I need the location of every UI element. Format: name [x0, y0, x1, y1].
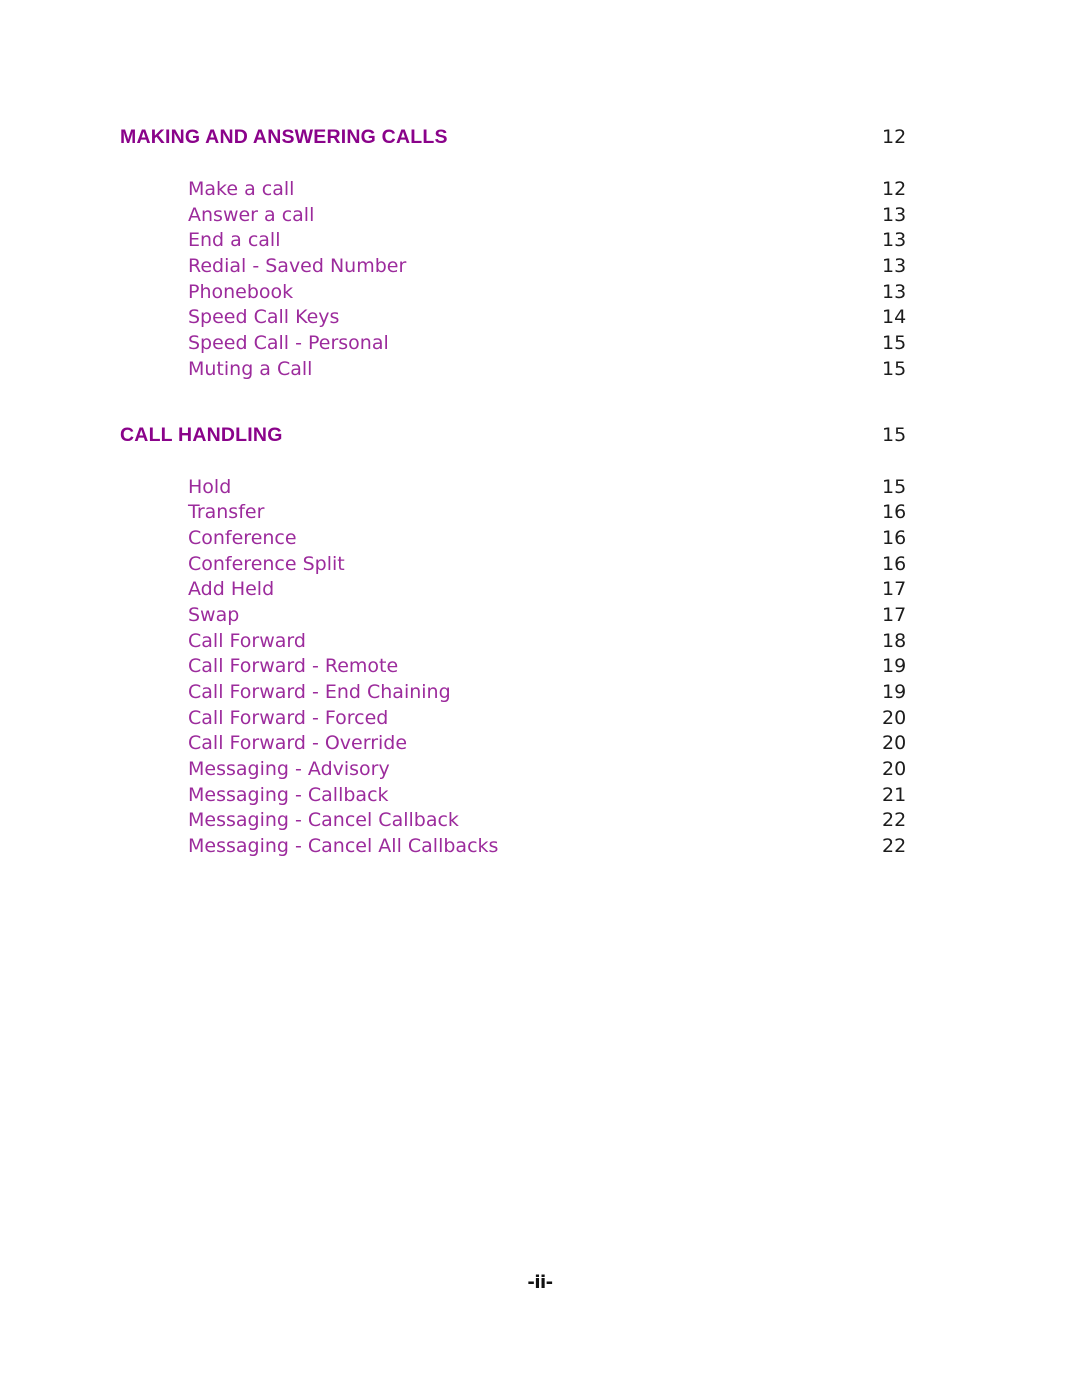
toc-entry-label: Speed Call Keys — [188, 306, 340, 329]
toc-entry-page-number: 20 — [882, 732, 907, 755]
toc-entry-row: Hold 15 — [188, 476, 960, 502]
toc-entry-label: Messaging - Cancel All Callbacks — [188, 835, 499, 858]
toc-entry-row: Add Held 17 — [188, 578, 960, 604]
toc-entry-page-number: 13 — [882, 203, 907, 226]
toc-entry-label: Call Forward — [188, 629, 306, 652]
toc-entry-label: Hold — [188, 475, 232, 498]
toc-entry-label: Swap — [188, 603, 240, 626]
toc-entry-label: Transfer — [188, 501, 265, 524]
toc-entry-label: Add Held — [188, 578, 275, 601]
toc-entry-label: Speed Call - Personal — [188, 332, 389, 355]
toc-entry-page-number: 17 — [882, 603, 907, 626]
toc-entry-row: Messaging - Cancel All Callbacks 22 — [188, 835, 960, 861]
toc-entry-label: Answer a call — [188, 203, 315, 226]
toc-entry-page-number: 12 — [882, 178, 907, 200]
toc-entry-label: Call Forward - Override — [188, 732, 408, 755]
toc-entry-page-number: 19 — [882, 681, 907, 703]
toc-entry-page-number: 22 — [882, 835, 907, 858]
toc-entry-row: Speed Call - Personal 15 — [188, 332, 960, 358]
toc-entry-row: Speed Call Keys 14 — [188, 306, 960, 332]
toc-entry-label: Call Forward - End Chaining — [188, 681, 451, 703]
toc-entry-row: Call Forward 18 — [188, 630, 960, 656]
toc-entry-label: Call Forward - Forced — [188, 706, 389, 729]
toc-entry-list: Make a call 12 Answer a call 13 End a ca… — [188, 178, 960, 384]
toc-entry-label: Make a call — [188, 178, 295, 200]
toc-entry-page-number: 15 — [882, 332, 907, 355]
toc-entry-page-number: 21 — [882, 783, 907, 806]
toc-entry-row: Answer a call 13 — [188, 204, 960, 230]
toc-entry-row: Conference 16 — [188, 527, 960, 553]
toc-entry-row: Swap 17 — [188, 604, 960, 630]
toc-entry-page-number: 16 — [882, 526, 907, 549]
toc-entry-label: Redial - Saved Number — [188, 255, 407, 278]
toc-entry-label: Phonebook — [188, 280, 294, 303]
toc-section-page-number: 15 — [882, 423, 907, 446]
toc-entry-row: Messaging - Advisory 20 — [188, 758, 960, 784]
toc-entry-row: End a call 13 — [188, 229, 960, 255]
toc-entry-page-number: 20 — [882, 706, 907, 729]
toc-entry-row: Make a call 12 — [188, 178, 960, 204]
toc-entry-page-number: 19 — [882, 655, 907, 678]
toc-entry-label: Messaging - Advisory — [188, 758, 390, 781]
toc-entry-page-number: 16 — [882, 552, 907, 575]
document-page: MAKING AND ANSWERING CALLS 12 Make a cal… — [0, 0, 1080, 1397]
toc-entry-row: Phonebook 13 — [188, 281, 960, 307]
toc-entry-row: Messaging - Cancel Callback 22 — [188, 809, 960, 835]
toc-entry-row: Call Forward - Forced 20 — [188, 707, 960, 733]
toc-section-heading-row: CALL HANDLING 15 — [120, 424, 960, 454]
toc-entry-page-number: 13 — [882, 255, 907, 278]
toc-entry-row: Transfer 16 — [188, 501, 960, 527]
toc-entry-page-number: 14 — [882, 306, 907, 329]
toc-entry-label: Messaging - Cancel Callback — [188, 809, 459, 832]
toc-entry-list: Hold 15 Transfer 16 Conference 16 Confer… — [188, 476, 960, 861]
table-of-contents: MAKING AND ANSWERING CALLS 12 Make a cal… — [120, 126, 960, 861]
toc-entry-row: Messaging - Callback 21 — [188, 784, 960, 810]
toc-section-title: CALL HANDLING — [120, 423, 283, 446]
toc-entry-page-number: 16 — [882, 501, 907, 524]
toc-entry-page-number: 17 — [882, 578, 907, 601]
toc-entry-label: Conference — [188, 526, 297, 549]
toc-entry-row: Conference Split 16 — [188, 553, 960, 579]
toc-entry-row: Call Forward - Override 20 — [188, 732, 960, 758]
toc-entry-label: Messaging - Callback — [188, 783, 389, 806]
toc-section-title: MAKING AND ANSWERING CALLS — [120, 126, 448, 148]
toc-entry-row: Call Forward - End Chaining 19 — [188, 681, 960, 707]
toc-entry-page-number: 15 — [882, 475, 907, 498]
toc-section-page-number: 12 — [882, 126, 907, 148]
toc-entry-label: End a call — [188, 229, 281, 252]
toc-entry-page-number: 22 — [882, 809, 907, 832]
toc-entry-label: Call Forward - Remote — [188, 655, 399, 678]
toc-entry-page-number: 18 — [882, 629, 907, 652]
toc-section-heading-row: MAKING AND ANSWERING CALLS 12 — [120, 126, 960, 156]
page-number-marker: -ii- — [527, 1272, 553, 1293]
toc-entry-label: Conference Split — [188, 552, 345, 575]
toc-entry-row: Redial - Saved Number 13 — [188, 255, 960, 281]
toc-entry-page-number: 15 — [882, 357, 907, 380]
toc-entry-page-number: 13 — [882, 229, 907, 252]
toc-entry-row: Muting a Call 15 — [188, 358, 960, 384]
toc-entry-label: Muting a Call — [188, 357, 313, 380]
page-footer: -ii- — [0, 1272, 1080, 1293]
toc-entry-page-number: 20 — [882, 758, 907, 781]
toc-entry-page-number: 13 — [882, 280, 907, 303]
toc-entry-row: Call Forward - Remote 19 — [188, 655, 960, 681]
